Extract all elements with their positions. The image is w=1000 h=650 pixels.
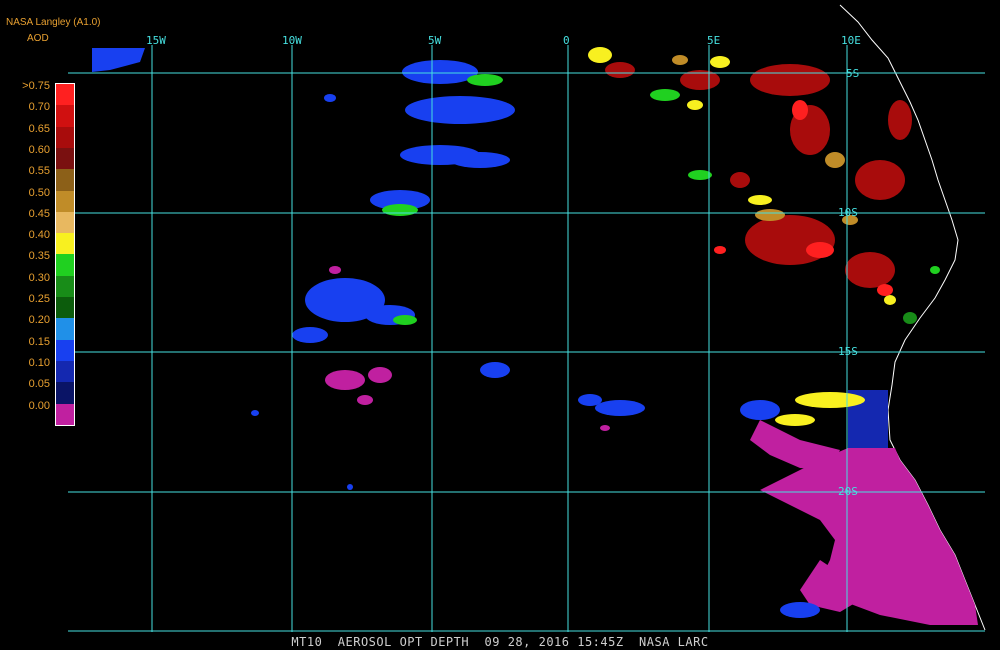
legend-label: 0.50	[28, 186, 50, 199]
legend-label: 0.35	[28, 250, 50, 263]
lon-label: 15W	[146, 34, 166, 47]
legend-label: 0.30	[28, 271, 50, 284]
legend-label: 0.40	[28, 229, 50, 242]
lat-label: 15S	[838, 345, 858, 358]
lat-label: 10S	[838, 206, 858, 219]
graticule	[68, 45, 985, 632]
source-label: NASA Langley (A1.0)	[6, 17, 101, 28]
legend-label: 0.55	[28, 165, 50, 178]
legend-label: 0.20	[28, 314, 50, 327]
lon-label: 5W	[428, 34, 442, 47]
lat-label: 20S	[838, 485, 858, 498]
legend-label: 0.45	[28, 207, 50, 220]
aod-yellow-regions	[588, 47, 896, 426]
lat-label: 5S	[846, 67, 859, 80]
legend-label: 0.05	[28, 378, 50, 391]
aod-blue-regions	[92, 48, 820, 618]
lon-label: 10W	[282, 34, 302, 47]
legend-label: 0.15	[28, 335, 50, 348]
legend-label: >0.75	[22, 80, 50, 92]
lon-label: 0	[563, 34, 570, 47]
footer-caption: MT10 AEROSOL OPT DEPTH 09 28, 2016 15:45…	[291, 635, 709, 649]
legend-label: 0.70	[28, 101, 50, 114]
aod-map: 15W 10W 5W 0 5E 10E 5S 10S 15S 20S	[68, 4, 986, 632]
product-label: AOD	[27, 33, 49, 44]
legend-frame	[55, 83, 75, 426]
legend-label: 0.60	[28, 143, 50, 156]
longitude-labels: 15W 10W 5W 0 5E 10E	[146, 34, 861, 47]
lon-label: 10E	[841, 34, 861, 47]
legend-label: 0.25	[28, 293, 50, 305]
legend-label: 0.65	[28, 122, 50, 135]
legend-label: 0.10	[28, 356, 50, 369]
legend-label: 0.00	[28, 399, 50, 412]
lon-label: 5E	[707, 34, 720, 47]
